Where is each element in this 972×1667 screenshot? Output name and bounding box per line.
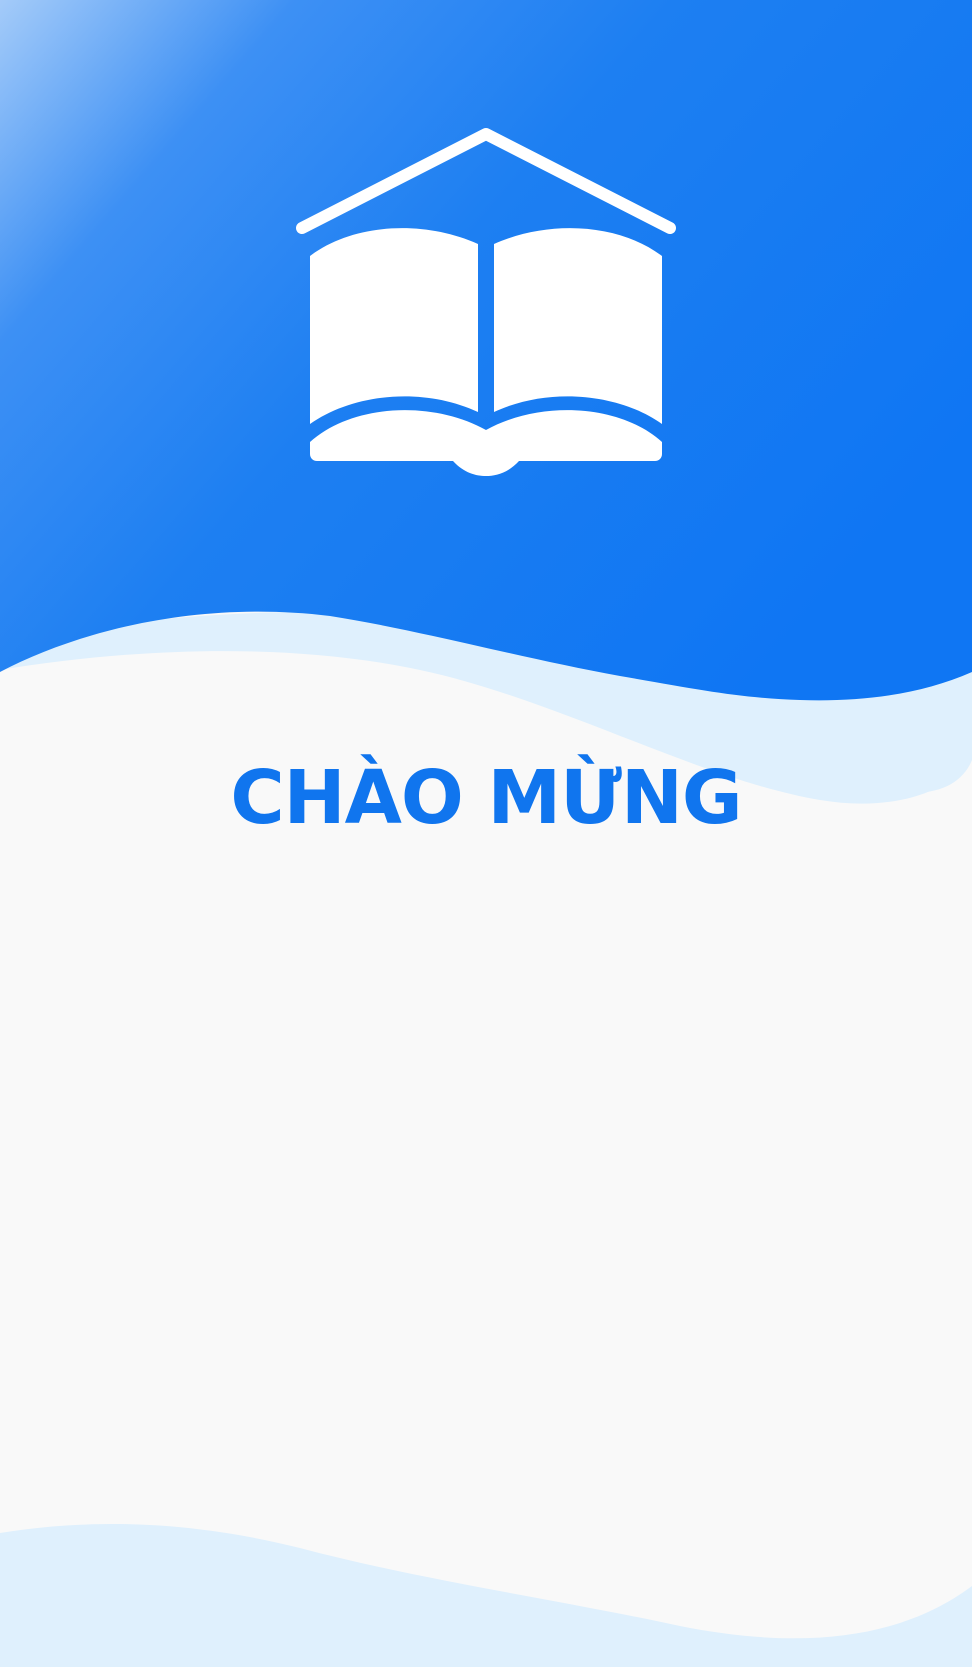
welcome-screen: CHÀO MỪNG (0, 0, 972, 1667)
roof-line (296, 128, 676, 234)
book-left-page (310, 228, 478, 424)
book-right-page (494, 228, 662, 424)
app-logo (292, 124, 680, 476)
open-book-house-icon (296, 128, 676, 476)
welcome-title: CHÀO MỪNG (230, 755, 742, 841)
book-base (310, 410, 662, 476)
bottom-light-wave (0, 1523, 972, 1667)
